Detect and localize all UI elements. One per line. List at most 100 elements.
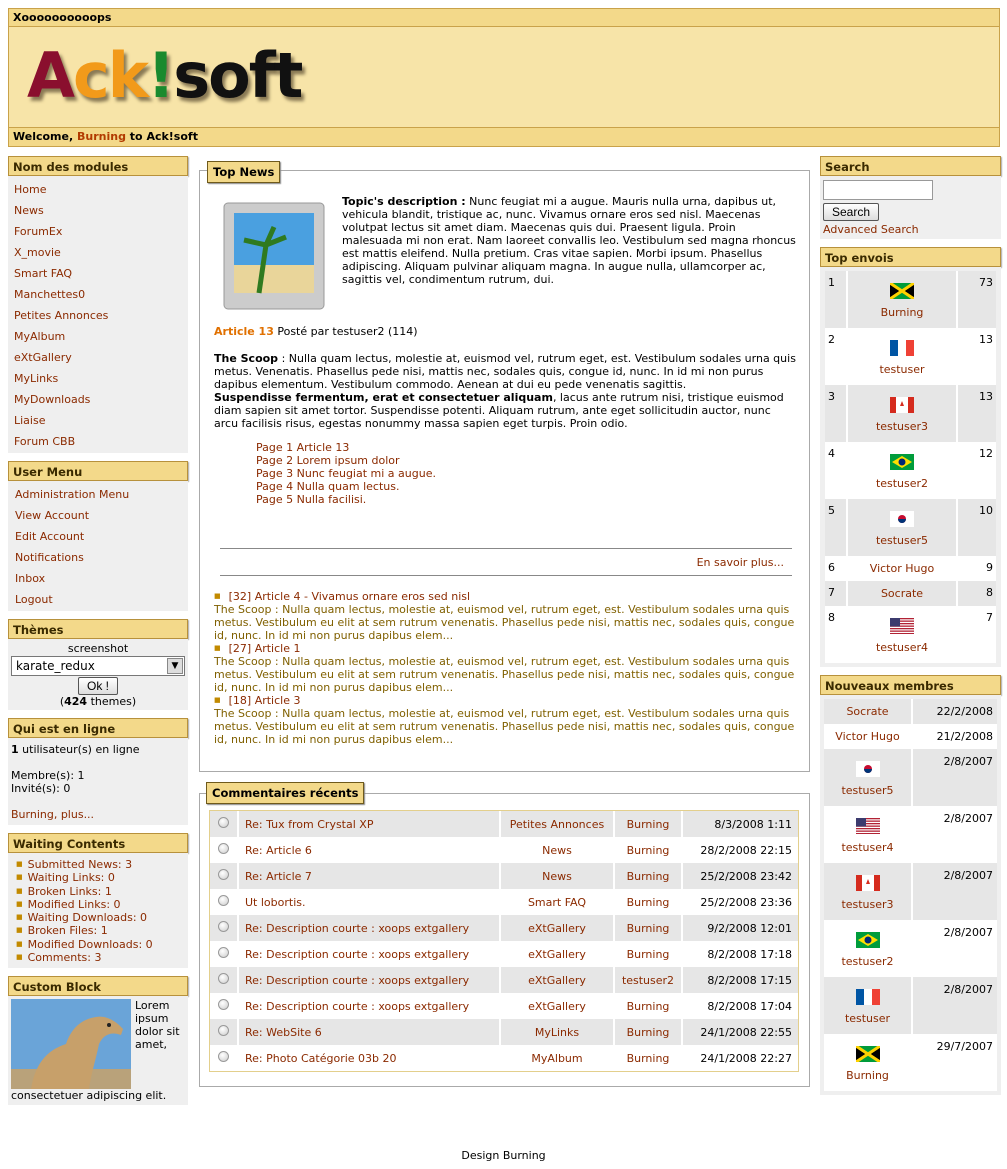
user-menu-link[interactable]: View Account (15, 505, 181, 526)
waiting-item[interactable]: Waiting Downloads: 0 (16, 911, 180, 924)
chevron-down-icon[interactable]: ▼ (167, 658, 183, 674)
user-menu-link[interactable]: Edit Account (15, 526, 181, 547)
comment-author-link[interactable]: Burning (614, 837, 683, 863)
user-menu-link[interactable]: Logout (15, 589, 181, 610)
theme-ok-button[interactable]: Ok ! (77, 677, 118, 695)
comment-author-link[interactable]: Burning (614, 1019, 683, 1045)
poster-name-link[interactable]: testuser4 (848, 641, 956, 654)
module-link[interactable]: MyDownloads (14, 389, 182, 410)
waiting-item[interactable]: Modified Downloads: 0 (16, 938, 180, 951)
comment-title-link[interactable]: Re: WebSite 6 (238, 1019, 501, 1045)
member-date: 2/8/2007 (943, 869, 993, 882)
module-link[interactable]: Forum CBB (14, 431, 182, 452)
other-article-title[interactable]: ■ [18] Article 3 (214, 694, 798, 707)
member-name-link[interactable]: testuser (824, 1012, 911, 1025)
comment-module-link[interactable]: eXtGallery (500, 993, 615, 1019)
comment-module-link[interactable]: Petites Annonces (500, 811, 615, 837)
comment-author-link[interactable]: Burning (614, 993, 683, 1019)
module-link[interactable]: News (14, 200, 182, 221)
comment-title-link[interactable]: Re: Article 6 (238, 837, 501, 863)
waiting-item[interactable]: Broken Files: 1 (16, 924, 180, 937)
waiting-item[interactable]: Submitted News: 3 (16, 858, 180, 871)
advanced-search-link[interactable]: Advanced Search (823, 223, 998, 236)
waiting-item[interactable]: Waiting Links: 0 (16, 871, 180, 884)
search-button[interactable]: Search (823, 203, 880, 221)
article-title-link[interactable]: Article 13 (214, 325, 274, 338)
module-link[interactable]: X_movie (14, 242, 182, 263)
comment-title-link[interactable]: Re: Photo Catégorie 03b 20 (238, 1045, 501, 1071)
comment-author-link[interactable]: Burning (614, 915, 683, 941)
member-name-link[interactable]: Burning (824, 1069, 911, 1082)
comment-author-link[interactable]: Burning (614, 1045, 683, 1071)
module-link[interactable]: eXtGallery (14, 347, 182, 368)
comment-row: Re: Article 7 News Burning 25/2/2008 23:42 (210, 863, 798, 889)
user-menu-link[interactable]: Administration Menu (15, 484, 181, 505)
theme-select[interactable]: karate_redux ▼ (11, 656, 185, 676)
comment-module-link[interactable]: MyLinks (500, 1019, 615, 1045)
module-link[interactable]: Smart FAQ (14, 263, 182, 284)
comment-author-link[interactable]: Burning (614, 941, 683, 967)
member-name-link[interactable]: testuser5 (824, 784, 911, 797)
other-article-title[interactable]: ■ [32] Article 4 - Vivamus ornare eros se… (214, 590, 798, 603)
poster-name-link[interactable]: Burning (848, 306, 956, 319)
right-column: Search Search Advanced Search Top envois… (820, 156, 1001, 1095)
other-article: ■ [27] Article 1 The Scoop : Nulla quam le… (214, 642, 798, 694)
member-name-link[interactable]: testuser2 (824, 955, 911, 968)
other-article-title[interactable]: ■ [27] Article 1 (214, 642, 798, 655)
comment-title-link[interactable]: Re: Tux from Crystal XP (238, 811, 501, 837)
search-input[interactable] (823, 180, 933, 200)
module-link[interactable]: MyAlbum (14, 326, 182, 347)
comment-module-link[interactable]: News (500, 837, 615, 863)
comment-module-link[interactable]: eXtGallery (500, 941, 615, 967)
waiting-item[interactable]: Broken Links: 1 (16, 885, 180, 898)
waiting-item[interactable]: Modified Links: 0 (16, 898, 180, 911)
other-article: ■ [18] Article 3 The Scoop : Nulla quam le… (214, 694, 798, 746)
comment-title-link[interactable]: Re: Description courte : xoops extgaller… (238, 993, 501, 1019)
comment-author-link[interactable]: Burning (614, 889, 683, 915)
poster-name-link[interactable]: Victor Hugo (848, 562, 956, 575)
article-page-link[interactable]: Page 5 Nulla facilisi. (256, 493, 798, 506)
module-link[interactable]: Petites Annonces (14, 305, 182, 326)
site-name: Xoooooooooops (9, 9, 999, 27)
member-date: 2/8/2007 (943, 926, 993, 939)
online-users-link[interactable]: Burning, plus... (11, 808, 185, 821)
site-logo[interactable]: Ack!soft (27, 39, 303, 112)
article-page-link[interactable]: Page 4 Nulla quam lectus. (256, 480, 798, 493)
comment-title-link[interactable]: Re: Description courte : xoops extgaller… (238, 941, 501, 967)
article-page-link[interactable]: Page 3 Nunc feugiat mi a augue. (256, 467, 798, 480)
module-link[interactable]: Liaise (14, 410, 182, 431)
member-name-link[interactable]: testuser4 (824, 841, 911, 854)
user-menu-link[interactable]: Inbox (15, 568, 181, 589)
module-link[interactable]: MyLinks (14, 368, 182, 389)
article-page-link[interactable]: Page 1 Article 13 (256, 441, 798, 454)
comment-module-link[interactable]: eXtGallery (500, 967, 615, 993)
member-name-link[interactable]: Socrate (824, 705, 911, 718)
comment-module-link[interactable]: Smart FAQ (500, 889, 615, 915)
module-link[interactable]: ForumEx (14, 221, 182, 242)
poster-name-link[interactable]: testuser2 (848, 477, 956, 490)
poster-name-link[interactable]: testuser3 (848, 420, 956, 433)
top-poster-row: 6 Victor Hugo 9 (825, 556, 996, 581)
poster-name-link[interactable]: testuser (848, 363, 956, 376)
comment-title-link[interactable]: Ut lobortis. (238, 889, 501, 915)
module-link[interactable]: Manchettes0 (14, 284, 182, 305)
comment-author-link[interactable]: Burning (614, 811, 683, 837)
comment-module-link[interactable]: MyAlbum (500, 1045, 615, 1071)
comment-module-link[interactable]: News (500, 863, 615, 889)
waiting-item[interactable]: Comments: 3 (16, 951, 180, 964)
member-name-link[interactable]: testuser3 (824, 898, 911, 911)
comment-title-link[interactable]: Re: Description courte : xoops extgaller… (238, 915, 501, 941)
module-link[interactable]: Home (14, 179, 182, 200)
comment-module-link[interactable]: eXtGallery (500, 915, 615, 941)
welcome-user[interactable]: Burning (77, 130, 126, 143)
poster-name-link[interactable]: testuser5 (848, 534, 956, 547)
comment-author-link[interactable]: Burning (614, 863, 683, 889)
comment-title-link[interactable]: Re: Article 7 (238, 863, 501, 889)
comment-author-link[interactable]: testuser2 (614, 967, 683, 993)
read-more-link[interactable]: En savoir plus... (697, 556, 784, 569)
member-name-link[interactable]: Victor Hugo (824, 730, 911, 743)
user-menu-link[interactable]: Notifications (15, 547, 181, 568)
poster-name-link[interactable]: Socrate (848, 587, 956, 600)
article-page-link[interactable]: Page 2 Lorem ipsum dolor (256, 454, 798, 467)
comment-title-link[interactable]: Re: Description courte : xoops extgaller… (238, 967, 501, 993)
